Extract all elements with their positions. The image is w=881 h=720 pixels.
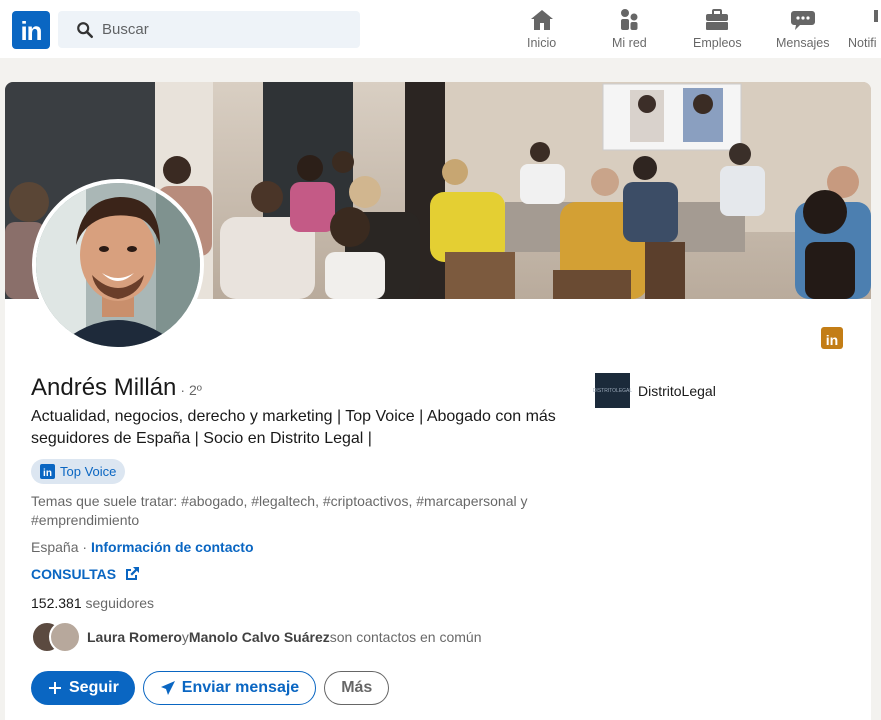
- linkedin-logo[interactable]: in: [12, 11, 50, 49]
- more-label: Más: [341, 679, 373, 696]
- top-voice-badge[interactable]: in Top Voice: [31, 459, 126, 484]
- plus-icon: [49, 682, 61, 694]
- send-message-label: Enviar mensaje: [181, 679, 300, 696]
- more-button[interactable]: Más: [324, 671, 390, 705]
- nav-item-mensajes[interactable]: Mensajes: [776, 8, 830, 54]
- nav-item-label: Mi red: [612, 36, 647, 50]
- search-box[interactable]: [58, 11, 360, 48]
- profile-topics: Temas que suele tratar: #abogado, #legal…: [31, 493, 528, 528]
- mutual-suffix: son contactos en común: [329, 629, 482, 645]
- profile-headline: Actualidad, negocios, derecho y marketin…: [31, 408, 556, 447]
- profile-actions: Seguir Enviar mensaje Más: [31, 671, 390, 705]
- profile-name-text: Andrés Millán: [31, 374, 177, 401]
- followers-label: seguidores: [81, 595, 154, 611]
- nav-item-label: Mensajes: [776, 36, 830, 50]
- follow-label: Seguir: [69, 679, 119, 696]
- profile-name: Andrés Millán · 2º: [31, 374, 202, 402]
- search-input[interactable]: [102, 21, 322, 38]
- mutual-avatars: [31, 621, 81, 653]
- location-separator: ·: [78, 539, 91, 555]
- linkedin-icon: in: [40, 464, 55, 479]
- follow-button[interactable]: Seguir: [31, 671, 135, 705]
- profile-photo: [36, 183, 200, 347]
- avatar: [49, 621, 81, 653]
- current-company[interactable]: DISTRITOLEGAL DistritoLegal: [593, 373, 716, 408]
- company-name: DistritoLegal: [638, 382, 716, 399]
- nav-item-empleos[interactable]: Empleos: [693, 8, 742, 54]
- top-voice-label: Top Voice: [60, 464, 117, 479]
- nav-item-label: Inicio: [527, 36, 557, 50]
- nav-item-label: Notifi: [848, 36, 877, 50]
- profile-avatar[interactable]: [32, 179, 204, 351]
- followers-count: 152.381 seguidores: [31, 595, 154, 611]
- global-nav: in Inicio Mi red Empleos: [0, 0, 881, 58]
- followers-number: 152.381: [31, 595, 82, 611]
- send-icon: [160, 681, 175, 695]
- home-icon: [530, 10, 553, 30]
- nav-item-label: Empleos: [693, 36, 742, 50]
- nav-item-inicio[interactable]: Inicio: [527, 8, 556, 54]
- linkedin-premium-icon: in: [821, 327, 843, 349]
- mutual-connector: y: [181, 629, 189, 645]
- company-logo: DISTRITOLEGAL: [593, 373, 632, 408]
- send-message-button[interactable]: Enviar mensaje: [142, 671, 317, 705]
- chat-icon: [790, 11, 815, 30]
- search-icon: [77, 21, 94, 38]
- mutual-connections[interactable]: Laura Romero y Manolo Calvo Suárez son c…: [31, 621, 482, 653]
- mutual-name-2: Manolo Calvo Suárez: [188, 629, 330, 645]
- briefcase-icon: [706, 9, 729, 30]
- people-icon: [621, 9, 638, 30]
- contact-info-link[interactable]: Información de contacto: [91, 539, 254, 555]
- website-label: CONSULTAS: [31, 566, 117, 582]
- profile-card: in Andrés Millán · 2º Actualidad, negoci…: [5, 82, 871, 720]
- profile-location: España: [31, 539, 79, 555]
- nav-item-notificaciones[interactable]: Notifi: [848, 8, 881, 54]
- bell-icon: [874, 10, 878, 22]
- mutual-name-1: Laura Romero: [87, 629, 182, 645]
- profile-location-row: España · Información de contacto: [31, 539, 254, 555]
- nav-item-mi-red[interactable]: Mi red: [612, 8, 647, 54]
- website-link[interactable]: CONSULTAS: [31, 566, 140, 582]
- external-link-icon: [126, 567, 140, 580]
- connection-degree: · 2º: [180, 382, 202, 398]
